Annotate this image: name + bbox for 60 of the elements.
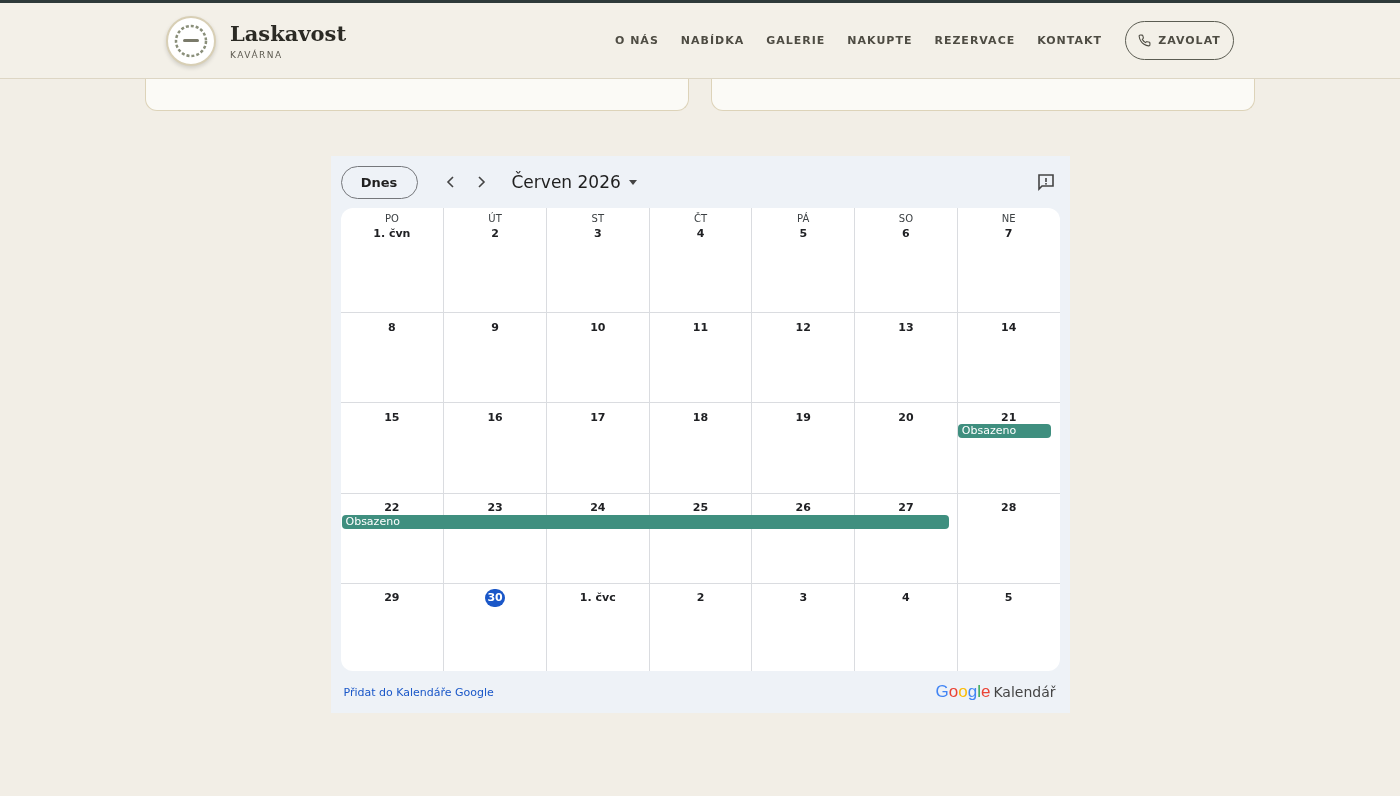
weekday-label: SO [898, 213, 914, 224]
day-number[interactable]: 15 [381, 408, 402, 427]
brand-name[interactable]: Laskavost [230, 21, 347, 46]
brand-tagline: KAVÁRNA [230, 50, 284, 60]
brand-label: Kalendář [993, 684, 1056, 700]
event-chip[interactable]: Obsazeno [341, 514, 949, 529]
day-number[interactable]: 8 [381, 318, 402, 337]
day-number[interactable]: 17 [587, 408, 608, 427]
day-number[interactable]: 6 [895, 224, 916, 242]
brand-logo: Google [935, 682, 991, 702]
day-number[interactable]: 4 [895, 588, 916, 607]
event-chip[interactable]: Obsazeno [957, 424, 1052, 439]
weekday-label: ČT [693, 213, 708, 224]
day-number[interactable]: 4 [690, 224, 711, 242]
day-number[interactable]: 27 [895, 498, 916, 517]
weekday-label: ST [591, 213, 604, 224]
day-number[interactable]: 30 [485, 588, 506, 607]
day-number[interactable]: 25 [690, 498, 711, 517]
day-number[interactable]: 29 [381, 588, 402, 607]
day-number[interactable]: 10 [587, 318, 608, 337]
month-dropdown[interactable]: Červen 2026 [505, 171, 643, 193]
day-number[interactable]: 21 [998, 408, 1019, 427]
weekday-label: PO [384, 213, 399, 224]
caret-icon [628, 179, 637, 185]
day-number[interactable]: 2 [485, 224, 506, 242]
day-number[interactable]: 1. čvc [578, 588, 617, 607]
day-number[interactable]: 24 [587, 498, 608, 517]
day-number[interactable]: 5 [793, 224, 814, 242]
day-number[interactable]: 18 [690, 408, 711, 427]
weekday-label: ÚT [488, 213, 502, 224]
logo-icon[interactable] [166, 15, 216, 66]
day-number[interactable]: 28 [998, 498, 1019, 517]
nav-link[interactable]: KONTAKT [1037, 34, 1102, 47]
day-number[interactable]: 2 [690, 588, 711, 607]
day-number[interactable]: 11 [690, 318, 711, 337]
day-number[interactable]: 14 [998, 318, 1019, 337]
day-number[interactable]: 3 [587, 224, 608, 242]
day-number[interactable]: 12 [793, 318, 814, 337]
add-to-calendar-link[interactable]: Přidat do Kalendáře Google [343, 685, 494, 699]
day-number[interactable]: 26 [793, 498, 814, 517]
nav-link[interactable]: NAKUPTE [847, 34, 913, 47]
day-number[interactable]: 1. čvn [372, 224, 412, 242]
weekday-label: NE [1001, 213, 1016, 224]
weekday-label: PÁ [797, 213, 810, 224]
phone-icon [1138, 34, 1152, 47]
day-number[interactable]: 13 [895, 318, 916, 337]
day-number[interactable]: 3 [793, 588, 814, 607]
day-number[interactable]: 16 [485, 408, 506, 427]
day-number[interactable]: 19 [793, 408, 814, 427]
nav-link[interactable]: O NÁS [615, 34, 659, 47]
day-number[interactable]: 7 [998, 224, 1019, 242]
nav-link[interactable]: NABÍDKA [680, 34, 745, 47]
day-number[interactable]: 20 [895, 408, 916, 427]
feedback-icon [1035, 172, 1056, 192]
day-number[interactable]: 22 [381, 498, 402, 517]
day-number[interactable]: 23 [485, 498, 506, 517]
nav-link[interactable]: REZERVACE [934, 34, 1016, 47]
nav-link[interactable]: GALERIE [766, 34, 826, 47]
day-number[interactable]: 9 [485, 318, 506, 337]
day-number[interactable]: 5 [998, 588, 1019, 607]
